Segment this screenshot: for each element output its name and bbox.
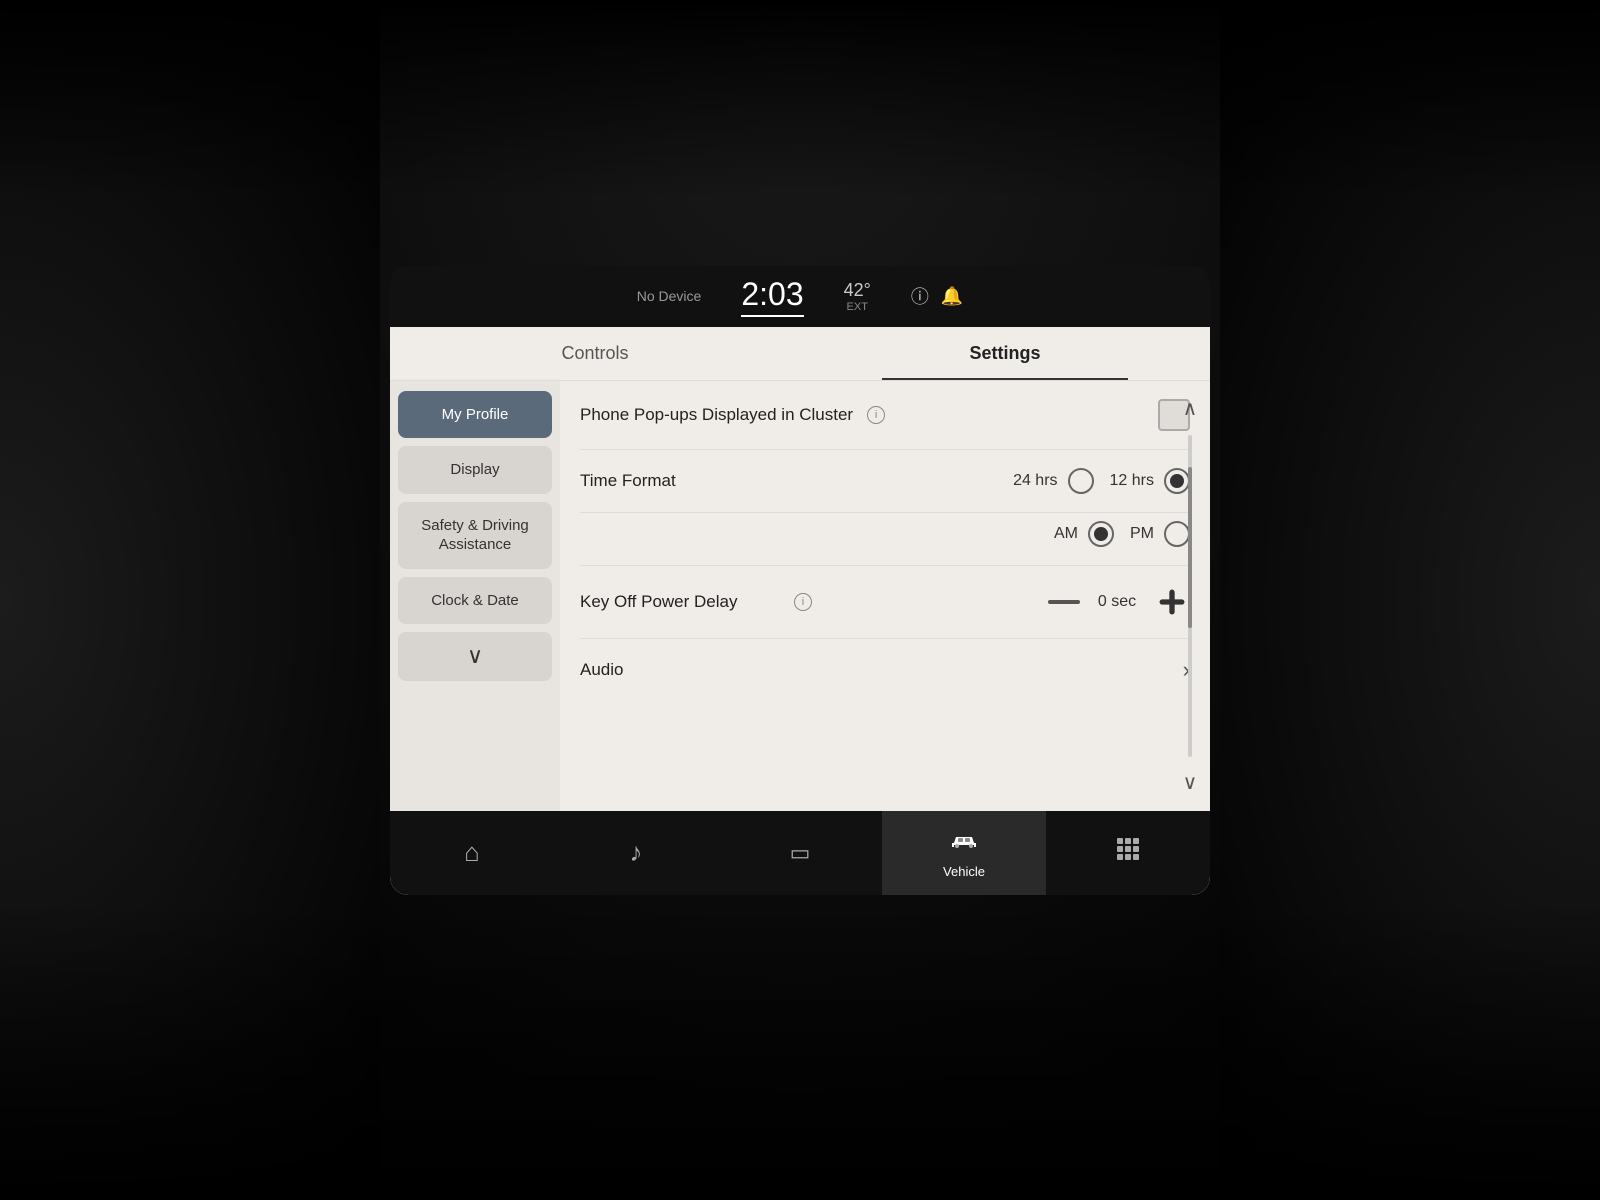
music-icon: ♪ <box>630 837 643 868</box>
bell-icon: 🔔 <box>941 286 963 307</box>
key-off-decrease-button[interactable] <box>1048 600 1080 604</box>
nav-home[interactable]: ⌂ <box>390 811 554 895</box>
am-radio[interactable] <box>1088 521 1114 547</box>
temperature-display: 42° EXT <box>844 280 871 313</box>
vehicle-label: Vehicle <box>943 864 985 879</box>
phone-icon: ▭ <box>790 840 811 866</box>
time-12-label: 12 hrs <box>1110 472 1154 490</box>
time-format-label: Time Format <box>580 471 780 491</box>
pm-label: PM <box>1130 525 1154 543</box>
content-area: My Profile Display Safety & Driving Assi… <box>390 381 1210 811</box>
time-24-label: 24 hrs <box>1013 472 1057 490</box>
key-off-power-label: Key Off Power Delay <box>580 592 780 612</box>
sidebar-item-display[interactable]: Display <box>398 446 552 494</box>
apps-icon <box>1115 836 1141 869</box>
infotainment-screen: No Device 2:03 42° EXT ⓘ 🔔 Controls Sett… <box>390 266 1210 895</box>
sidebar-scroll-down[interactable]: ∨ <box>398 632 552 681</box>
time-display: 2:03 <box>741 276 803 317</box>
tab-controls[interactable]: Controls <box>390 327 800 380</box>
time-24-radio[interactable] <box>1068 468 1094 494</box>
key-off-stepper: 0 sec <box>1048 584 1190 620</box>
status-icons: ⓘ 🔔 <box>911 283 963 309</box>
key-off-power-setting: Key Off Power Delay i 0 sec <box>580 566 1190 639</box>
left-dash-panel <box>0 0 380 1200</box>
time-format-controls: 24 hrs 12 hrs <box>1013 468 1190 494</box>
audio-setting[interactable]: Audio › <box>580 639 1190 701</box>
main-panel: Controls Settings My Profile Display <box>390 327 1210 895</box>
phone-popups-setting: Phone Pop-ups Displayed in Cluster i <box>580 381 1190 450</box>
scroll-track <box>1188 435 1192 757</box>
phone-popups-info-icon[interactable]: i <box>867 406 885 424</box>
audio-label: Audio <box>580 660 1183 680</box>
home-icon: ⌂ <box>464 837 480 868</box>
phone-popups-label: Phone Pop-ups Displayed in Cluster <box>580 405 853 425</box>
tab-bar: Controls Settings <box>390 327 1210 381</box>
temp-unit: EXT <box>844 301 871 313</box>
sidebar-item-safety-driving[interactable]: Safety & Driving Assistance <box>398 502 552 569</box>
dashboard-background: No Device 2:03 42° EXT ⓘ 🔔 Controls Sett… <box>0 0 1600 1200</box>
chevron-down-icon: ∨ <box>467 642 483 671</box>
nav-music[interactable]: ♪ <box>554 811 718 895</box>
info-circle-icon: ⓘ <box>911 283 929 309</box>
sidebar: My Profile Display Safety & Driving Assi… <box>390 381 560 811</box>
settings-inner: Phone Pop-ups Displayed in Cluster i Tim… <box>560 381 1210 701</box>
scroll-indicators: ∧ ∨ <box>1170 381 1210 811</box>
bottom-dash-panel <box>0 900 1600 1200</box>
nav-phone[interactable]: ▭ <box>718 811 882 895</box>
temp-degrees: 42° <box>844 280 871 301</box>
key-off-value: 0 sec <box>1092 593 1142 611</box>
status-bar: No Device 2:03 42° EXT ⓘ 🔔 <box>390 266 1210 327</box>
bottom-nav: ⌂ ♪ ▭ <box>390 811 1210 895</box>
key-off-power-controls: 0 sec <box>1048 584 1190 620</box>
time-24-group: 24 hrs <box>1013 468 1093 494</box>
am-group: AM <box>1054 521 1114 547</box>
vehicle-icon <box>949 827 979 858</box>
nav-apps[interactable] <box>1046 811 1210 895</box>
time-format-setting: Time Format 24 hrs 12 hrs <box>580 450 1190 513</box>
settings-content: Phone Pop-ups Displayed in Cluster i Tim… <box>560 381 1210 811</box>
key-off-info-icon[interactable]: i <box>794 593 812 611</box>
scroll-thumb <box>1188 467 1192 628</box>
no-device-label: No Device <box>637 288 702 304</box>
sidebar-item-my-profile[interactable]: My Profile <box>398 391 552 439</box>
scroll-down-button[interactable]: ∨ <box>1172 765 1208 801</box>
ampm-setting: AM PM <box>580 513 1190 566</box>
top-dash-panel <box>0 0 1600 200</box>
scroll-up-button[interactable]: ∧ <box>1172 391 1208 427</box>
nav-vehicle[interactable]: Vehicle <box>882 811 1046 895</box>
am-label: AM <box>1054 525 1078 543</box>
right-dash-panel <box>1220 0 1600 1200</box>
sidebar-item-clock-date[interactable]: Clock & Date <box>398 577 552 625</box>
tab-settings[interactable]: Settings <box>800 327 1210 380</box>
